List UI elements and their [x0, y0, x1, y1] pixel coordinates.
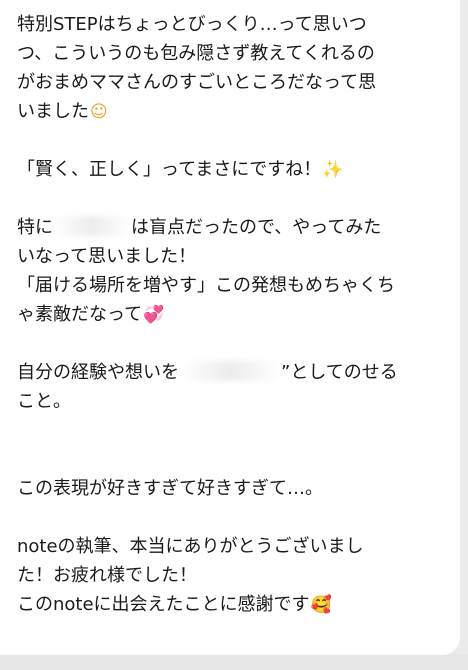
- message-text: は盲点だったので、やってみた: [131, 217, 382, 238]
- message-line: 自分の経験や想いを ”としてのせる: [17, 358, 450, 387]
- message-line: た！お疲れ様でした！: [17, 565, 197, 586]
- redacted-text: [179, 361, 281, 381]
- smiling-face-with-hearts-icon: 🥰: [310, 595, 332, 615]
- message-line: ゃ素敵だなって💞: [17, 300, 450, 329]
- redacted-text: [53, 216, 131, 236]
- message-text: このnoteに出会えたことに感謝です: [17, 594, 310, 615]
- message-line: この表現が好きすぎて好きすぎて…。: [17, 478, 323, 499]
- sparkles-icon: ✨: [322, 160, 344, 180]
- message-text: 特に: [17, 217, 53, 238]
- message-line: こと。: [17, 391, 71, 412]
- message-line: つ、こういうのも包み隠さず教えてくれるの: [17, 43, 375, 64]
- message-line: がおまめママさんのすごいところだなって思: [17, 72, 377, 93]
- message-text: 「賢く、正しく」ってまさにですね！: [17, 159, 322, 180]
- message-line: いなって思いました！: [17, 246, 197, 267]
- message-line: 「届ける場所を増やす」この発想もめちゃくち: [17, 275, 395, 296]
- revolving-hearts-icon: 💞: [143, 305, 165, 325]
- message-line: いました☺: [17, 97, 450, 126]
- message-text: ゃ素敵だなって: [17, 304, 143, 325]
- message-text: いました: [17, 101, 89, 122]
- message-line: このnoteに出会えたことに感謝です🥰: [17, 590, 450, 619]
- message-line: 「賢く、正しく」ってまさにですね！✨: [17, 155, 450, 184]
- smiling-face-icon: ☺: [90, 102, 108, 122]
- message-line: 特に は盲点だったので、やってみた: [17, 213, 450, 242]
- message-bubble: 特別STEPはちょっとびっくり…って思いつ つ、こういうのも包み隠さず教えてくれ…: [0, 0, 460, 655]
- message-text: ”としてのせる: [281, 362, 398, 383]
- message-text: 自分の経験や想いを: [17, 362, 179, 383]
- message-line: noteの執筆、本当にありがとうございまし: [17, 536, 364, 557]
- message-line: 特別STEPはちょっとびっくり…って思いつ: [17, 14, 367, 35]
- bottom-background: [0, 655, 468, 670]
